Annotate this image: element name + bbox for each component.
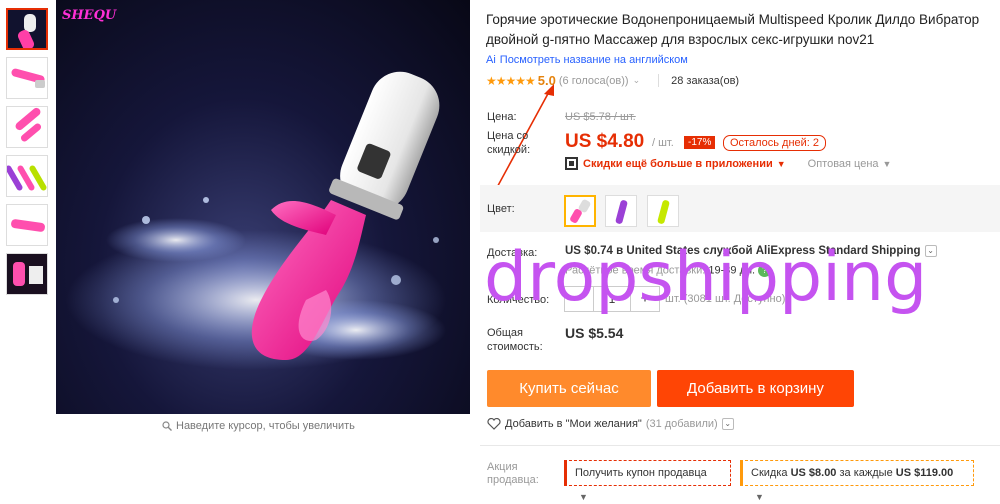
discount-price-label: Цена со скидкой: xyxy=(487,130,531,156)
discount-badge: -17% xyxy=(684,136,716,149)
product-photo-icon xyxy=(66,71,446,370)
discount-threshold: US $119.00 xyxy=(895,467,954,479)
wishlist-count: (31 добавили) xyxy=(645,418,718,430)
wishlist-row[interactable]: Добавить в "Мои желания" (31 добавили) ⌄ xyxy=(487,418,734,430)
thumbnail-list xyxy=(6,8,48,302)
translate-link-text: Посмотреть название на английском xyxy=(499,54,688,66)
chevron-down-icon[interactable]: ⌄ xyxy=(721,418,734,430)
color-label: Цвет: xyxy=(487,203,515,215)
translate-link[interactable]: Аi Посмотреть название на английском xyxy=(486,54,688,66)
color-section xyxy=(480,185,1000,232)
chevron-down-icon[interactable]: ⌄ xyxy=(633,75,641,86)
old-price: US $5.78 / шт. xyxy=(565,111,636,123)
wholesale-price-link[interactable]: Оптовая цена xyxy=(808,158,879,170)
color-swatch-pink-white[interactable] xyxy=(564,195,596,227)
total-value: US $5.54 xyxy=(565,325,624,341)
heart-plus-icon xyxy=(487,418,501,430)
total-label: Общая стоимость: xyxy=(487,327,543,353)
promo-label: Акция продавца: xyxy=(487,461,539,486)
discount-text-1: Скидка xyxy=(751,467,788,479)
price-label: Цена: xyxy=(487,111,517,123)
app-promo-row: Скидки ещё больше в приложении ▼ Оптовая… xyxy=(565,157,891,170)
divider xyxy=(658,74,660,87)
orders-count: 28 заказа(ов) xyxy=(671,74,740,87)
seller-coupon-button[interactable]: Получить купон продавца ▼ xyxy=(564,460,731,502)
dropshipping-overlay-text: dropshipping xyxy=(484,238,928,317)
caret-down-icon[interactable]: ▼ xyxy=(777,159,786,169)
caret-down-icon: ▼ xyxy=(579,492,588,502)
thumbnail-1[interactable] xyxy=(6,8,48,50)
thumbnail-2[interactable] xyxy=(6,57,48,99)
qr-code-icon xyxy=(565,157,578,170)
add-to-cart-button[interactable]: Добавить в корзину xyxy=(657,370,854,407)
days-left-badge: Осталось дней: 2 xyxy=(723,135,827,151)
magnifier-icon xyxy=(162,421,172,431)
discount-text-2: за каждые xyxy=(839,467,893,479)
per-unit: / шт. xyxy=(652,137,674,149)
thumbnail-4[interactable] xyxy=(6,155,48,197)
caret-down-icon[interactable]: ▼ xyxy=(883,159,892,169)
votes-count[interactable]: (6 голоса(ов)) xyxy=(559,75,629,87)
color-swatch-purple[interactable] xyxy=(605,195,637,227)
translate-icon: Аi xyxy=(486,54,496,66)
thumbnail-6[interactable] xyxy=(6,253,48,295)
brand-watermark: SHEQU xyxy=(62,8,117,23)
thumbnail-3[interactable] xyxy=(6,106,48,148)
caret-down-icon: ▼ xyxy=(755,492,764,502)
buy-now-button[interactable]: Купить сейчас xyxy=(487,370,651,407)
discount-amount: US $8.00 xyxy=(790,467,837,479)
app-promo-link[interactable]: Скидки ещё больше в приложении xyxy=(583,158,773,170)
zoom-hint-text: Наведите курсор, чтобы увеличить xyxy=(176,420,355,432)
seller-coupon-text: Получить купон продавца xyxy=(575,467,707,479)
zoom-hint: Наведите курсор, чтобы увеличить xyxy=(162,420,355,432)
product-title: Горячие эротические Водонепроницаемый Mu… xyxy=(486,12,980,47)
current-price: US $4.80 xyxy=(565,131,645,152)
divider xyxy=(480,445,1000,446)
wishlist-text[interactable]: Добавить в "Мои желания" xyxy=(505,418,642,430)
color-swatch-green[interactable] xyxy=(647,195,679,227)
store-discount-button[interactable]: Скидка US $8.00 за каждые US $119.00 ▼ xyxy=(740,460,974,502)
thumbnail-5[interactable] xyxy=(6,204,48,246)
main-product-image[interactable]: SHEQU xyxy=(56,0,470,414)
